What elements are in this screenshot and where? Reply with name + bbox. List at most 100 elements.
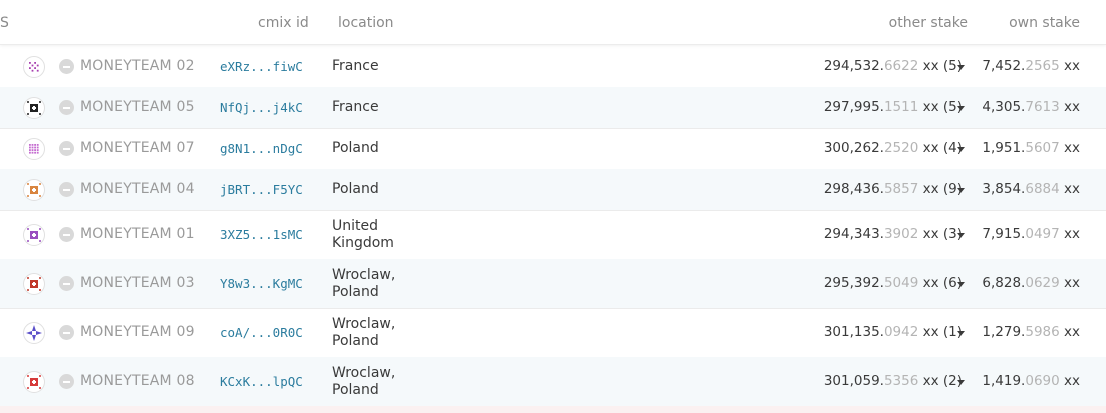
location-text: Wroclaw, Poland: [332, 267, 395, 301]
location-text: France: [332, 99, 379, 116]
cmix-id-link[interactable]: Y8w3...KgMC: [220, 276, 303, 291]
location-text: Poland: [332, 140, 379, 157]
other-stake-unit: xx (5): [918, 58, 962, 74]
cmix-id-link[interactable]: KCxK...lpQC: [220, 374, 303, 389]
other-stake-integer: 295,392.: [823, 275, 884, 291]
table-row[interactable]: MONEYTEAM 07 g8N1...nDgC Poland 300,262.…: [0, 128, 1106, 170]
column-header-cmix-id[interactable]: cmix id: [258, 15, 309, 31]
own-stake-unit: xx: [1059, 275, 1080, 291]
location-line-1: France: [332, 58, 379, 74]
table-row[interactable]: MONEYTEAM 05 NfQj...j4kC France 297,995.…: [0, 87, 1106, 129]
column-header-own-stake[interactable]: own stake: [1009, 15, 1080, 31]
remove-icon[interactable]: [59, 59, 74, 74]
chevron-down-icon[interactable]: [957, 106, 965, 111]
other-stake-value: 295,392.5049 xx (6): [824, 275, 962, 291]
other-stake-decimals: 0942: [883, 324, 919, 340]
chevron-down-icon[interactable]: [957, 65, 965, 70]
remove-icon[interactable]: [59, 100, 74, 115]
own-stake-value: 4,305.7613 xx: [982, 99, 1080, 115]
validator-name: MONEYTEAM 08: [80, 373, 195, 389]
chevron-down-icon[interactable]: [957, 331, 965, 336]
chevron-down-icon[interactable]: [957, 380, 965, 385]
cmix-id-link[interactable]: jBRT...F5YC: [220, 182, 303, 197]
own-stake-value: 7,452.2565 xx: [982, 58, 1080, 74]
other-stake-value: 301,059.5356 xx (2): [824, 373, 962, 389]
other-stake-unit: xx (2): [918, 373, 962, 389]
remove-icon[interactable]: [59, 141, 74, 156]
other-stake-integer: 298,436.: [823, 181, 884, 197]
cmix-id-link[interactable]: 3XZ5...1sMC: [220, 227, 303, 242]
other-stake-integer: 301,135.: [823, 324, 884, 340]
identicon-avatar: [23, 224, 45, 246]
own-stake-decimals: 0690: [1025, 373, 1060, 389]
chevron-down-icon[interactable]: [957, 233, 965, 238]
identicon-avatar: [23, 371, 45, 393]
own-stake-value: 6,828.0629 xx: [982, 275, 1080, 291]
own-stake-integer: 1,419.: [982, 373, 1026, 389]
validator-name: MONEYTEAM 03: [80, 275, 195, 291]
validator-name: MONEYTEAM 05: [80, 99, 195, 115]
column-header-status[interactable]: S: [0, 15, 9, 31]
other-stake-value: 294,343.3902 xx (3): [824, 226, 962, 242]
other-stake-decimals: 3902: [883, 226, 919, 242]
cmix-id-link[interactable]: g8N1...nDgC: [220, 141, 303, 156]
other-stake-decimals: 5356: [883, 373, 919, 389]
table-row[interactable]: MONEYTEAM 01 3XZ5...1sMC United Kingdom 2…: [0, 210, 1106, 260]
other-stake-value: 300,262.2520 xx (4): [824, 140, 962, 156]
column-header-other-stake[interactable]: other stake: [889, 15, 968, 31]
own-stake-integer: 4,305.: [982, 99, 1026, 115]
other-stake-decimals: 1511: [883, 99, 919, 115]
validator-name: MONEYTEAM 01: [80, 226, 195, 242]
identicon-avatar: [23, 56, 45, 78]
column-header-location[interactable]: location: [338, 15, 394, 31]
remove-icon[interactable]: [59, 276, 74, 291]
other-stake-value: 294,532.6622 xx (5): [824, 58, 962, 74]
remove-icon[interactable]: [59, 182, 74, 197]
own-stake-decimals: 6884: [1025, 181, 1060, 197]
location-line-1: Poland: [332, 181, 379, 197]
other-stake-value: 301,135.0942 xx (1): [824, 324, 962, 340]
own-stake-decimals: 0497: [1025, 226, 1060, 242]
remove-icon[interactable]: [59, 325, 74, 340]
table-row[interactable]: MONEYTEAM 09 coA/...0R0C Wroclaw, Poland …: [0, 308, 1106, 358]
table-row[interactable]: MONEYTEAM 03 Y8w3...KgMC Wroclaw, Poland …: [0, 259, 1106, 309]
chevron-down-icon[interactable]: [957, 188, 965, 193]
location-text: United Kingdom: [332, 218, 394, 252]
other-stake-decimals: 6622: [883, 58, 919, 74]
own-stake-decimals: 0629: [1025, 275, 1060, 291]
location-line-1: France: [332, 99, 379, 115]
own-stake-value: 3,854.6884 xx: [982, 181, 1080, 197]
table-row[interactable]: MONEYTEAM 02 eXRz...fiwC France 294,532.…: [0, 46, 1106, 88]
own-stake-integer: 7,452.: [982, 58, 1026, 74]
chevron-down-icon[interactable]: [957, 282, 965, 287]
table-row[interactable]: MONEYTEAM 04 jBRT...F5YC Poland 298,436.…: [0, 169, 1106, 211]
location-text: France: [332, 58, 379, 75]
remove-icon[interactable]: [59, 374, 74, 389]
other-stake-unit: xx (3): [918, 226, 962, 242]
own-stake-value: 7,915.0497 xx: [982, 226, 1080, 242]
location-line-1: Wroclaw,: [332, 267, 396, 283]
other-stake-unit: xx (4): [918, 140, 962, 156]
other-stake-integer: 294,532.: [823, 58, 884, 74]
other-stake-integer: 297,995.: [823, 99, 884, 115]
own-stake-integer: 1,279.: [982, 324, 1026, 340]
identicon-avatar: [23, 97, 45, 119]
own-stake-integer: 3,854.: [982, 181, 1026, 197]
location-line-2: Poland: [332, 382, 379, 398]
own-stake-value: 1,951.5607 xx: [982, 140, 1080, 156]
cmix-id-link[interactable]: NfQj...j4kC: [220, 100, 303, 115]
other-stake-unit: xx (6): [918, 275, 962, 291]
location-text: Poland: [332, 181, 379, 198]
table-row[interactable]: MONEYTEAM 08 KCxK...lpQC Wroclaw, Poland …: [0, 357, 1106, 407]
identicon-avatar: [23, 138, 45, 160]
validator-name: MONEYTEAM 04: [80, 181, 195, 197]
chevron-down-icon[interactable]: [957, 147, 965, 152]
location-line-2: Poland: [332, 284, 379, 300]
own-stake-decimals: 5607: [1025, 140, 1060, 156]
other-stake-unit: xx (9): [918, 181, 962, 197]
other-stake-value: 298,436.5857 xx (9): [824, 181, 962, 197]
table-header: S cmix id location other stake own stake: [0, 0, 1106, 45]
cmix-id-link[interactable]: eXRz...fiwC: [220, 59, 303, 74]
cmix-id-link[interactable]: coA/...0R0C: [220, 325, 303, 340]
remove-icon[interactable]: [59, 227, 74, 242]
